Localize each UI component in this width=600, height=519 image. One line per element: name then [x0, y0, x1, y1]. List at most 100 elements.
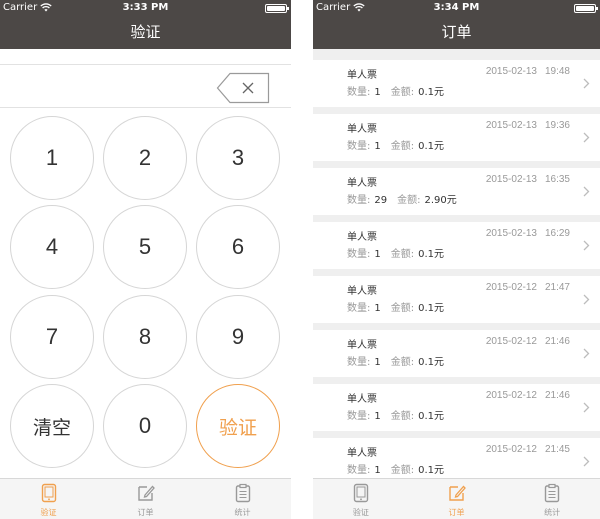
- keypad: 1 2 3 4 5 6 7 8 9 清空 0 验证: [0, 108, 291, 478]
- order-datetime: 2015-02-13 19:36: [486, 120, 570, 131]
- amount-label: 金额:: [390, 141, 415, 152]
- qty-label: 数量:: [347, 141, 371, 152]
- page-title: 订单: [441, 23, 472, 41]
- order-row[interactable]: 单人票 数量: 29 金额: 2.90元 2015-02-13 16:35: [313, 168, 600, 215]
- amount-label: 金额:: [390, 249, 415, 260]
- order-time: 16:35: [544, 174, 570, 185]
- verify-button[interactable]: 验证: [196, 384, 280, 468]
- order-title: 单人票: [347, 286, 377, 297]
- chevron-right-icon: [583, 348, 590, 359]
- order-row[interactable]: 单人票 数量: 1 金额: 0.1元 2015-02-12 21:47: [313, 276, 600, 323]
- order-datetime: 2015-02-13 16:29: [486, 228, 570, 239]
- tab-verify[interactable]: 验证: [0, 479, 97, 519]
- key-1[interactable]: 1: [10, 116, 94, 200]
- order-title: 单人票: [347, 124, 377, 135]
- chevron-right-icon: [583, 186, 590, 197]
- amount-label: 金额:: [397, 195, 421, 206]
- order-row[interactable]: 单人票 数量: 1 金额: 0.1元 2015-02-13 16:29: [313, 222, 600, 269]
- qty-label: 数量:: [347, 87, 371, 98]
- chevron-right-icon: [583, 132, 590, 143]
- backspace-button[interactable]: [216, 72, 270, 104]
- key-7[interactable]: 7: [10, 295, 94, 379]
- order-qty: 1: [374, 141, 381, 152]
- order-amount: 0.1元: [418, 87, 445, 98]
- order-time: 21:46: [544, 336, 570, 347]
- edit-icon: [137, 485, 155, 501]
- battery-icon: [574, 4, 598, 13]
- order-meta: 数量: 1 金额: 0.1元: [347, 407, 454, 422]
- key-0[interactable]: 0: [103, 384, 187, 468]
- order-title: 单人票: [347, 178, 377, 189]
- tab-orders[interactable]: 订单: [97, 479, 194, 519]
- order-row[interactable]: 单人票 数量: 1 金额: 0.1元 2015-02-12 21:46: [313, 384, 600, 431]
- order-title: 单人票: [347, 340, 377, 351]
- page-title: 验证: [130, 23, 161, 41]
- order-title: 单人票: [347, 448, 377, 459]
- key-3[interactable]: 3: [196, 116, 280, 200]
- order-date: 2015-02-12: [485, 336, 537, 347]
- order-amount: 0.1元: [418, 303, 445, 314]
- order-meta: 数量: 1 金额: 0.1元: [347, 137, 454, 152]
- order-qty: 29: [374, 195, 388, 206]
- key-2[interactable]: 2: [103, 116, 187, 200]
- order-meta: 数量: 1 金额: 0.1元: [347, 461, 454, 476]
- key-6[interactable]: 6: [196, 205, 280, 289]
- order-amount: 0.1元: [418, 411, 445, 422]
- verify-screen: Carrier 3:33 PM 验证 1 2 3 4 5 6 7 8 9 清空 …: [0, 0, 291, 519]
- key-9[interactable]: 9: [196, 295, 280, 379]
- orders-screen: Carrier 3:34 PM 订单 单人票 数量: 1 金额: 0.1元 2015-…: [313, 0, 600, 519]
- order-qty: 1: [374, 411, 381, 422]
- tab-label: 订单: [137, 508, 154, 517]
- code-display: [0, 64, 291, 108]
- amount-label: 金额:: [390, 303, 415, 314]
- key-8[interactable]: 8: [103, 295, 187, 379]
- status-time: 3:33 PM: [122, 2, 169, 13]
- order-time: 21:45: [544, 444, 570, 455]
- clipboard-icon: [544, 483, 560, 503]
- order-datetime: 2015-02-13 16:35: [486, 174, 570, 185]
- status-bar: Carrier 3:34 PM: [313, 0, 600, 16]
- order-date: 2015-02-13: [485, 174, 537, 185]
- amount-label: 金额:: [390, 465, 415, 476]
- key-5[interactable]: 5: [103, 205, 187, 289]
- order-time: 21:46: [544, 390, 570, 401]
- order-qty: 1: [374, 357, 381, 368]
- order-meta: 数量: 1 金额: 0.1元: [347, 353, 454, 368]
- order-row[interactable]: 单人票 数量: 1 金额: 0.1元 2015-02-13 19:48: [313, 60, 600, 107]
- battery-icon: [265, 4, 289, 13]
- order-title: 单人票: [347, 70, 377, 81]
- order-row[interactable]: 单人票 数量: 1 金额: 0.1元 2015-02-12 21:46: [313, 330, 600, 377]
- qty-label: 数量:: [347, 465, 371, 476]
- tab-bar: 验证 订单 统计: [313, 478, 600, 519]
- status-bar: Carrier 3:33 PM: [0, 0, 291, 16]
- amount-label: 金额:: [390, 357, 415, 368]
- key-4[interactable]: 4: [10, 205, 94, 289]
- order-datetime: 2015-02-13 19:48: [486, 66, 570, 77]
- screenshot-stage: Carrier 3:33 PM 验证 1 2 3 4 5 6 7 8 9 清空 …: [0, 0, 600, 519]
- order-date: 2015-02-13: [485, 120, 537, 131]
- tablet-icon: [41, 483, 56, 503]
- order-date: 2015-02-13: [485, 228, 537, 239]
- qty-label: 数量:: [347, 411, 371, 422]
- clear-button[interactable]: 清空: [10, 384, 94, 468]
- order-row[interactable]: 单人票 数量: 1 金额: 0.1元 2015-02-13 19:36: [313, 114, 600, 161]
- tab-stats[interactable]: 统计: [504, 479, 600, 519]
- order-time: 19:48: [544, 66, 570, 77]
- tab-verify[interactable]: 验证: [313, 479, 409, 519]
- tab-label: 验证: [352, 508, 369, 517]
- order-title: 单人票: [347, 232, 377, 243]
- tab-orders[interactable]: 订单: [409, 479, 505, 519]
- order-time: 16:29: [544, 228, 570, 239]
- order-qty: 1: [374, 465, 381, 476]
- order-date: 2015-02-12: [485, 282, 537, 293]
- tab-label: 订单: [448, 508, 465, 517]
- order-qty: 1: [374, 87, 381, 98]
- order-amount: 2.90元: [424, 195, 457, 206]
- order-amount: 0.1元: [418, 141, 445, 152]
- nav-bar: 订单: [313, 16, 600, 49]
- tab-stats[interactable]: 统计: [194, 479, 291, 519]
- tab-bar: 验证 订单 统计: [0, 478, 291, 519]
- order-title: 单人票: [347, 394, 377, 405]
- qty-label: 数量:: [347, 303, 371, 314]
- status-time: 3:34 PM: [433, 2, 480, 13]
